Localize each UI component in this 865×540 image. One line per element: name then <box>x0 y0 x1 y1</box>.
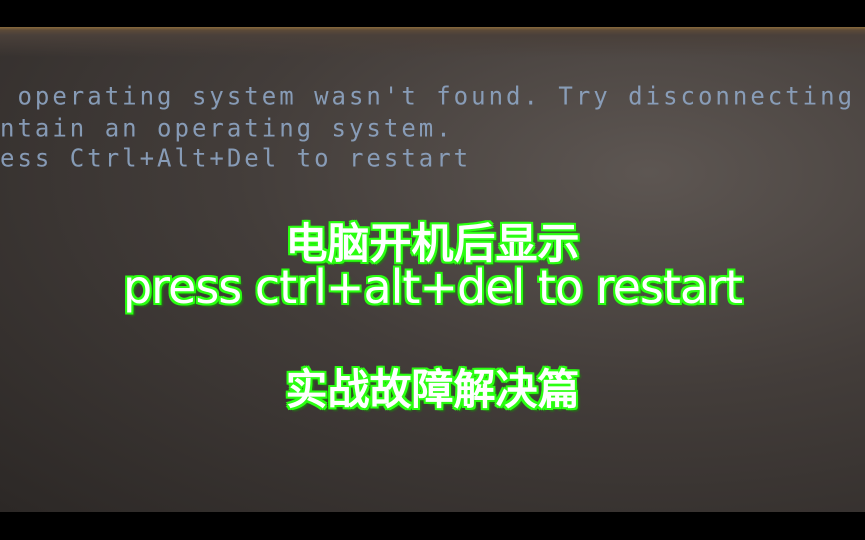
letterbox-top <box>0 0 865 27</box>
letterbox-bottom <box>0 512 865 540</box>
overlay-title-english: press ctrl+alt+del to restart <box>122 260 743 314</box>
screen-error-line-2: ntain an operating system. <box>0 113 454 143</box>
overlay-subtitle: 实战故障解决篇 <box>285 365 580 414</box>
screen-error-line-3: ess Ctrl+Alt+Del to restart <box>0 143 472 173</box>
screen-error-line-1: operating system wasn't found. Try disco… <box>0 81 856 111</box>
